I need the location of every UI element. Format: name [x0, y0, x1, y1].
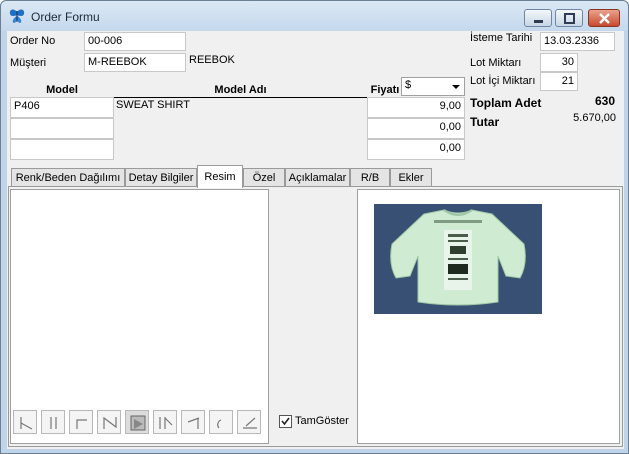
- window-title: Order Formu: [31, 10, 100, 24]
- edit-icon: [187, 417, 200, 429]
- next-icon: [76, 419, 87, 429]
- close-icon: [599, 13, 610, 24]
- product-image-pane: [357, 189, 620, 444]
- lot-miktari-label: Lot Miktarı: [470, 57, 522, 69]
- nav-first-button[interactable]: [13, 410, 37, 434]
- checkmark-icon: [281, 417, 290, 426]
- nav-post-button[interactable]: [237, 410, 261, 434]
- tutar-value: 5.670,00: [573, 112, 616, 124]
- musteri-name: REEBOK: [189, 54, 235, 66]
- grid-row-2-fiyat[interactable]: 0,00: [367, 118, 465, 139]
- isteme-tarihi-label: İsteme Tarihi: [470, 32, 533, 44]
- tab-panel-resim: TamGöster: [8, 186, 623, 447]
- lot-ici-miktari-label: Lot İçi Miktarı: [470, 75, 536, 87]
- minimize-icon: [534, 20, 543, 23]
- close-button[interactable]: [588, 9, 620, 27]
- tab-aciklamalar[interactable]: Açıklamalar: [285, 168, 350, 187]
- nav-last-button[interactable]: [97, 410, 121, 434]
- tab-renk-beden[interactable]: Renk/Beden Dağılımı: [11, 168, 125, 187]
- butterfly-icon: [9, 9, 25, 23]
- refresh-icon: [217, 419, 222, 429]
- tab-rb[interactable]: R/B: [350, 168, 390, 187]
- product-image: [374, 204, 542, 314]
- maximize-icon: [564, 13, 575, 24]
- currency-select-value: $: [405, 79, 412, 91]
- toplam-adet-value: 630: [594, 94, 615, 108]
- column-header-model: Model: [10, 84, 114, 98]
- post-icon: [243, 417, 257, 429]
- grid-row-3-fiyat[interactable]: 0,00: [367, 139, 465, 160]
- title-bar[interactable]: Order Formu: [1, 1, 628, 31]
- nav-edit-button[interactable]: [181, 410, 205, 434]
- order-form-window: Order Formu Order No 00-006 Müşteri M-RE…: [0, 0, 629, 454]
- lot-ici-miktari-field[interactable]: 21: [540, 72, 578, 91]
- tab-resim[interactable]: Resim: [197, 165, 243, 188]
- image-list-pane[interactable]: [10, 189, 269, 444]
- maximize-button[interactable]: [555, 9, 583, 27]
- grid-row-1-model-adi: SWEAT SHIRT: [116, 99, 190, 111]
- tab-detay-bilgiler[interactable]: Detay Bilgiler: [125, 168, 197, 187]
- insert-icon: [130, 415, 146, 431]
- tam-goster-label: TamGöster: [295, 415, 349, 427]
- image-options-pane: TamGöster: [271, 189, 355, 444]
- grid-row-1-fiyat[interactable]: 9,00: [367, 97, 465, 118]
- delete-icon: [159, 417, 173, 429]
- musteri-field[interactable]: M-REEBOK: [84, 53, 186, 72]
- nav-insert-button[interactable]: [125, 410, 149, 434]
- first-icon: [20, 417, 33, 430]
- tam-goster-checkbox[interactable]: [279, 415, 292, 428]
- nav-prior-button[interactable]: [41, 410, 65, 434]
- minimize-button[interactable]: [524, 9, 552, 27]
- grid-row-3-model[interactable]: [10, 139, 114, 160]
- column-header-model-adi: Model Adı: [114, 84, 367, 98]
- nav-refresh-button[interactable]: [209, 410, 233, 434]
- grid-row-1-model[interactable]: P406: [10, 97, 114, 118]
- isteme-tarihi-field[interactable]: 13.03.2336: [540, 32, 615, 51]
- nav-next-button[interactable]: [69, 410, 93, 434]
- prior-icon: [50, 417, 57, 429]
- column-header-fiyati: Fiyatı: [367, 84, 403, 98]
- lot-miktari-field[interactable]: 30: [540, 53, 578, 72]
- last-icon: [103, 416, 117, 429]
- order-no-label: Order No: [10, 35, 56, 47]
- tab-ekler[interactable]: Ekler: [390, 168, 432, 187]
- order-no-field[interactable]: 00-006: [84, 32, 186, 51]
- nav-delete-button[interactable]: [153, 410, 177, 434]
- tab-ozel[interactable]: Özel: [243, 168, 285, 187]
- tutar-label: Tutar: [470, 115, 500, 129]
- chevron-down-icon: [452, 85, 460, 89]
- toplam-adet-label: Toplam Adet: [470, 96, 542, 110]
- currency-select[interactable]: $: [401, 77, 465, 96]
- musteri-label: Müşteri: [10, 57, 47, 69]
- form-body: Order No 00-006 Müşteri M-REEBOK REEBOK …: [7, 31, 624, 449]
- grid-row-2-model[interactable]: [10, 118, 114, 139]
